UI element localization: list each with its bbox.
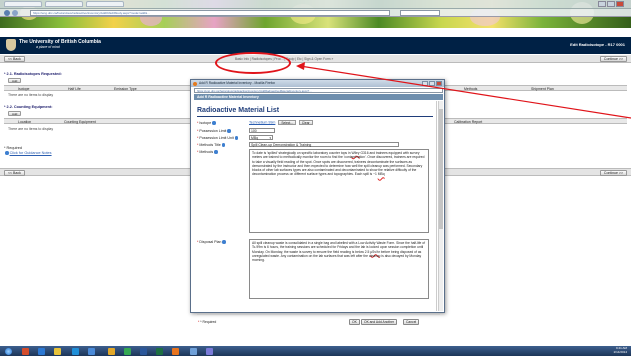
word-icon[interactable] — [140, 347, 147, 355]
url-input[interactable]: https://eng.ubc.ca/hazardous/radioactive… — [30, 10, 390, 16]
scrollbar-thumb[interactable] — [439, 109, 443, 229]
start-orb-icon[interactable] — [5, 347, 12, 355]
popup-header: Add R Radioactive Material Inventory — [194, 94, 443, 100]
disposal-plan-textarea[interactable]: All spill cleanup waste is consolidated … — [249, 239, 429, 299]
isotope-label: * Isotope — [197, 121, 216, 125]
help-icon[interactable] — [227, 129, 231, 133]
taskbar-app-icon[interactable] — [124, 347, 131, 355]
add-material-popup-window: Add R Radioactive Material Inventory - M… — [190, 79, 445, 325]
possession-unit-select[interactable]: MBq ▾ — [249, 135, 273, 140]
taskbar-app-icon[interactable] — [88, 347, 95, 355]
ok-button[interactable]: OK — [349, 319, 360, 325]
chevron-down-icon: ▾ — [269, 136, 271, 140]
column-header[interactable]: Location — [18, 120, 31, 124]
select-isotope-button[interactable]: Select... — [278, 120, 296, 125]
ubc-crest-logo — [6, 39, 16, 51]
ok-and-add-another-button[interactable]: OK and Add Another — [361, 319, 398, 325]
help-icon[interactable] — [214, 150, 218, 154]
continue-button-bottom[interactable]: Continue >> — [599, 170, 627, 176]
counting-section-title: * 2.2. Counting Equipment: — [4, 105, 53, 109]
popup-footer: * * Required OK OK and Add Another Cance… — [197, 314, 440, 328]
methods-textarea[interactable]: To date is 'spilled' strategically on sp… — [249, 149, 429, 233]
required-note: * Required — [4, 146, 22, 150]
possession-unit-label: * Possession Limit Unit — [197, 136, 239, 140]
add-radioisotope-button[interactable]: Add — [8, 78, 22, 83]
methods-title-input[interactable]: Spill Clean-up Demonstration & Training — [249, 142, 399, 147]
browser-tab[interactable] — [45, 1, 83, 7]
column-header[interactable]: Half Life — [68, 87, 81, 91]
required-note: * * Required — [198, 320, 217, 324]
add-counting-equipment-button[interactable]: Add — [8, 111, 22, 116]
back-arrow-icon[interactable] — [4, 10, 10, 16]
help-icon[interactable] — [212, 121, 216, 125]
disposal-plan-label: * Disposal Plan — [197, 240, 226, 244]
isotope-field: Technetium 99m Select... Clear — [249, 120, 313, 125]
browser-tab[interactable] — [4, 1, 42, 7]
popup-window-title: Add R Radioactive Material Inventory - M… — [199, 81, 275, 85]
excel-icon[interactable] — [156, 347, 163, 355]
back-button-bottom[interactable]: << Back — [4, 170, 25, 176]
help-icon[interactable] — [221, 143, 226, 147]
help-icon — [5, 151, 9, 155]
possession-limit-label: * Possession Limit — [197, 129, 231, 133]
browser-search-input[interactable] — [400, 10, 440, 16]
heading-divider — [197, 116, 433, 117]
taskbar-app-icon[interactable] — [22, 347, 29, 355]
site-tagline: a place of mind — [36, 45, 60, 49]
isotope-value-link[interactable]: Technetium 99m — [249, 120, 275, 124]
page-id: Edit Radioisotope - R17 0001 — [570, 42, 625, 47]
column-header[interactable]: Methods — [464, 87, 477, 91]
browser-tab[interactable] — [86, 1, 124, 7]
possession-limit-input[interactable]: 100 — [249, 128, 275, 133]
system-tray-clock[interactable]: 9:41 AM 2/14/2014 — [614, 346, 627, 354]
windows-taskbar: 9:41 AM 2/14/2014 — [0, 346, 631, 356]
guidance-notes-link[interactable]: Click for Guidance Notes — [4, 151, 52, 155]
firefox-icon — [193, 81, 197, 86]
folder-icon[interactable] — [108, 347, 115, 355]
popup-url-bar[interactable]: https://eng.ubc.ca/hazardous/radioactive… — [194, 88, 443, 93]
clear-isotope-button[interactable]: Clear — [298, 120, 313, 125]
continue-button[interactable]: Continue >> — [599, 56, 627, 62]
spellcheck-word: MBq — [377, 172, 385, 177]
taskbar-app-icon[interactable] — [38, 347, 45, 355]
column-header[interactable]: Emission Type — [114, 87, 137, 91]
popup-minimize-button[interactable] — [422, 81, 428, 86]
maximize-button[interactable] — [607, 1, 615, 7]
taskbar-app-icon[interactable] — [206, 347, 213, 355]
help-icon[interactable] — [222, 240, 226, 244]
back-button[interactable]: << Back — [4, 56, 25, 62]
close-window-button[interactable] — [616, 1, 624, 7]
column-header[interactable]: Shipment Plan — [531, 87, 554, 91]
help-icon[interactable] — [234, 136, 239, 140]
browser-tab-strip — [0, 0, 631, 9]
top-nav-bar: << Back Basic Info | Radioisotopes | Pro… — [0, 55, 631, 63]
popup-form: Radioactive Material List * Isotope Tech… — [194, 101, 440, 325]
site-header: The University of British Columbia a pla… — [0, 37, 631, 54]
column-header[interactable]: Calibration Report — [454, 120, 482, 124]
cancel-button[interactable]: Cancel — [403, 319, 420, 325]
column-header[interactable]: Counting Equipment — [64, 120, 96, 124]
popup-scrollbar[interactable] — [438, 101, 443, 311]
annotation-circle — [215, 52, 291, 74]
popup-title-bar[interactable]: Add R Radioactive Material Inventory - M… — [191, 80, 444, 87]
firefox-icon[interactable] — [172, 347, 179, 355]
empty-table-message: There are no items to display — [8, 93, 54, 97]
column-header[interactable]: Isotope — [18, 87, 29, 91]
methods-title-label: * Methods Title — [197, 143, 226, 147]
ie-icon[interactable] — [72, 347, 79, 355]
empty-table-message: There are no items to display — [8, 127, 54, 131]
form-heading: Radioactive Material List — [197, 107, 280, 114]
taskbar-app-icon[interactable] — [190, 347, 197, 355]
browser-address-bar: https://eng.ubc.ca/hazardous/radioactive… — [0, 9, 631, 17]
popup-maximize-button[interactable] — [429, 81, 435, 86]
taskbar-app-icon[interactable] — [54, 347, 61, 355]
methods-label: * Methods — [197, 150, 218, 154]
minimize-button[interactable] — [598, 1, 606, 7]
radioisotopes-section-title: * 2.1. Radioisotopes Requested: — [4, 72, 62, 76]
popup-close-button[interactable] — [436, 81, 442, 86]
forward-arrow-icon[interactable] — [12, 10, 18, 16]
